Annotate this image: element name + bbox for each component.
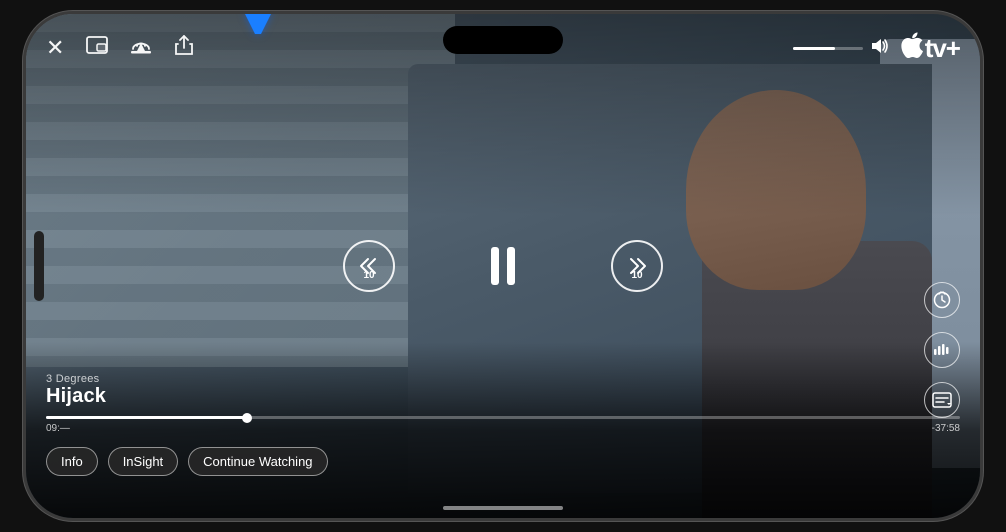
blue-arrow-indicator (244, 11, 272, 39)
rewind-seconds: 10 (363, 270, 374, 281)
controls-overlay: ✕ (26, 14, 980, 518)
progress-dot (242, 413, 252, 423)
pause-icon (491, 247, 515, 285)
close-button[interactable]: ✕ (46, 35, 64, 61)
home-indicator (443, 506, 563, 510)
appletv-logo: tv+ (901, 32, 960, 64)
share-button[interactable] (174, 34, 194, 62)
volume-icon (869, 37, 889, 60)
time-row: 09:— -37:58 (46, 423, 960, 434)
appletv-plus-text: tv+ (925, 33, 960, 64)
phone-frame: ✕ (23, 11, 983, 521)
tag-buttons: Info InSight Continue Watching (46, 447, 328, 476)
forward-seconds: 10 (631, 270, 642, 281)
continue-watching-tag-button[interactable]: Continue Watching (188, 447, 327, 476)
volume-up-button[interactable] (23, 134, 25, 184)
show-title: Hijack (46, 385, 960, 408)
info-tag-button[interactable]: Info (46, 447, 98, 476)
volume-track (793, 47, 863, 50)
top-right-controls: tv+ (793, 32, 960, 64)
airplay-button[interactable] (130, 35, 152, 61)
time-remaining: -37:58 (932, 423, 960, 434)
progress-fill (46, 416, 247, 419)
dynamic-island (443, 26, 563, 54)
rewind-button[interactable]: 10 (343, 240, 395, 292)
pip-button[interactable] (86, 36, 108, 60)
bottom-controls: 3 Degrees Hijack 09:— -37:58 (46, 373, 960, 438)
insight-tag-button[interactable]: InSight (108, 447, 178, 476)
time-elapsed: 09:— (46, 423, 70, 434)
top-left-controls: ✕ (46, 34, 194, 62)
progress-area[interactable]: 09:— -37:58 (46, 416, 960, 434)
phone-container: ✕ (0, 0, 1006, 532)
apple-icon (901, 32, 923, 64)
power-button[interactable] (981, 164, 983, 254)
audio-button[interactable] (924, 332, 960, 368)
volume-down-button[interactable] (23, 199, 25, 269)
camera-pill (34, 231, 44, 301)
pause-button[interactable] (475, 238, 531, 294)
center-controls: 10 10 (343, 238, 663, 294)
progress-track[interactable] (46, 416, 960, 419)
show-info: 3 Degrees Hijack (46, 373, 960, 408)
volume-fill (793, 47, 835, 50)
show-subtitle: 3 Degrees (46, 373, 960, 385)
volume-control[interactable] (793, 37, 889, 60)
forward-button[interactable]: 10 (611, 240, 663, 292)
playback-speed-button[interactable] (924, 282, 960, 318)
